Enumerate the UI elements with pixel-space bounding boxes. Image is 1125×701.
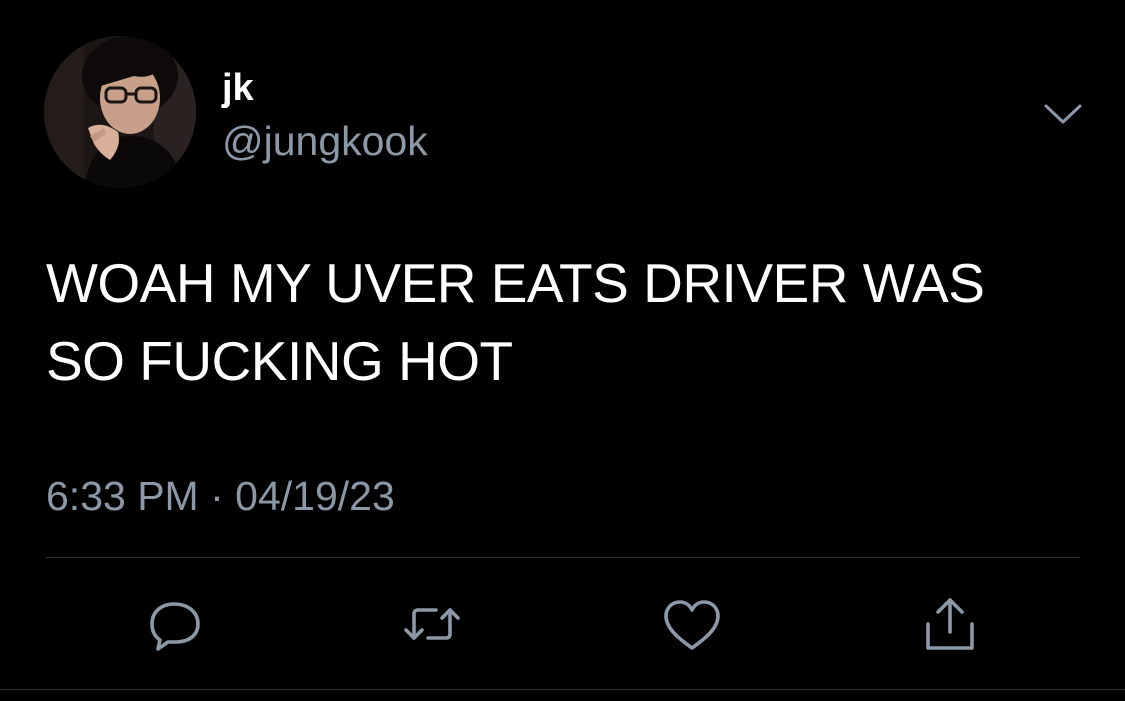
speech-bubble-icon xyxy=(150,602,200,651)
reply-button[interactable] xyxy=(144,594,208,654)
profile-photo-icon xyxy=(44,36,196,188)
retweet-button[interactable] xyxy=(400,594,464,654)
timestamp-separator xyxy=(224,473,235,519)
timestamp-dot: · xyxy=(210,473,224,519)
share-upload-icon xyxy=(926,598,974,650)
divider xyxy=(46,557,1080,558)
tweet-text: WOAH MY UVER EATS DRIVER WAS SO FUCKING … xyxy=(46,244,1086,400)
tweet-text-line: SO FUCKING HOT xyxy=(46,330,513,392)
avatar[interactable] xyxy=(44,36,196,188)
share-button[interactable] xyxy=(918,594,982,654)
tweet-text-line: WOAH MY UVER EATS DRIVER WAS xyxy=(46,252,985,314)
tweet-card: jk @jungkook WOAH MY UVER EATS DRIVER WA… xyxy=(0,0,1125,701)
display-name[interactable]: jk xyxy=(222,66,254,110)
like-button[interactable] xyxy=(660,594,724,654)
heart-icon xyxy=(664,600,720,650)
timestamp-separator xyxy=(199,473,210,519)
divider xyxy=(0,689,1125,690)
user-handle[interactable]: @jungkook xyxy=(222,117,428,165)
chevron-down-icon[interactable] xyxy=(1040,96,1086,132)
tweet-date: 04/19/23 xyxy=(235,473,395,519)
retweet-arrows-icon xyxy=(404,608,460,640)
timestamp[interactable]: 6:33 PM · 04/19/23 xyxy=(46,470,395,522)
tweet-time: 6:33 PM xyxy=(46,473,199,519)
